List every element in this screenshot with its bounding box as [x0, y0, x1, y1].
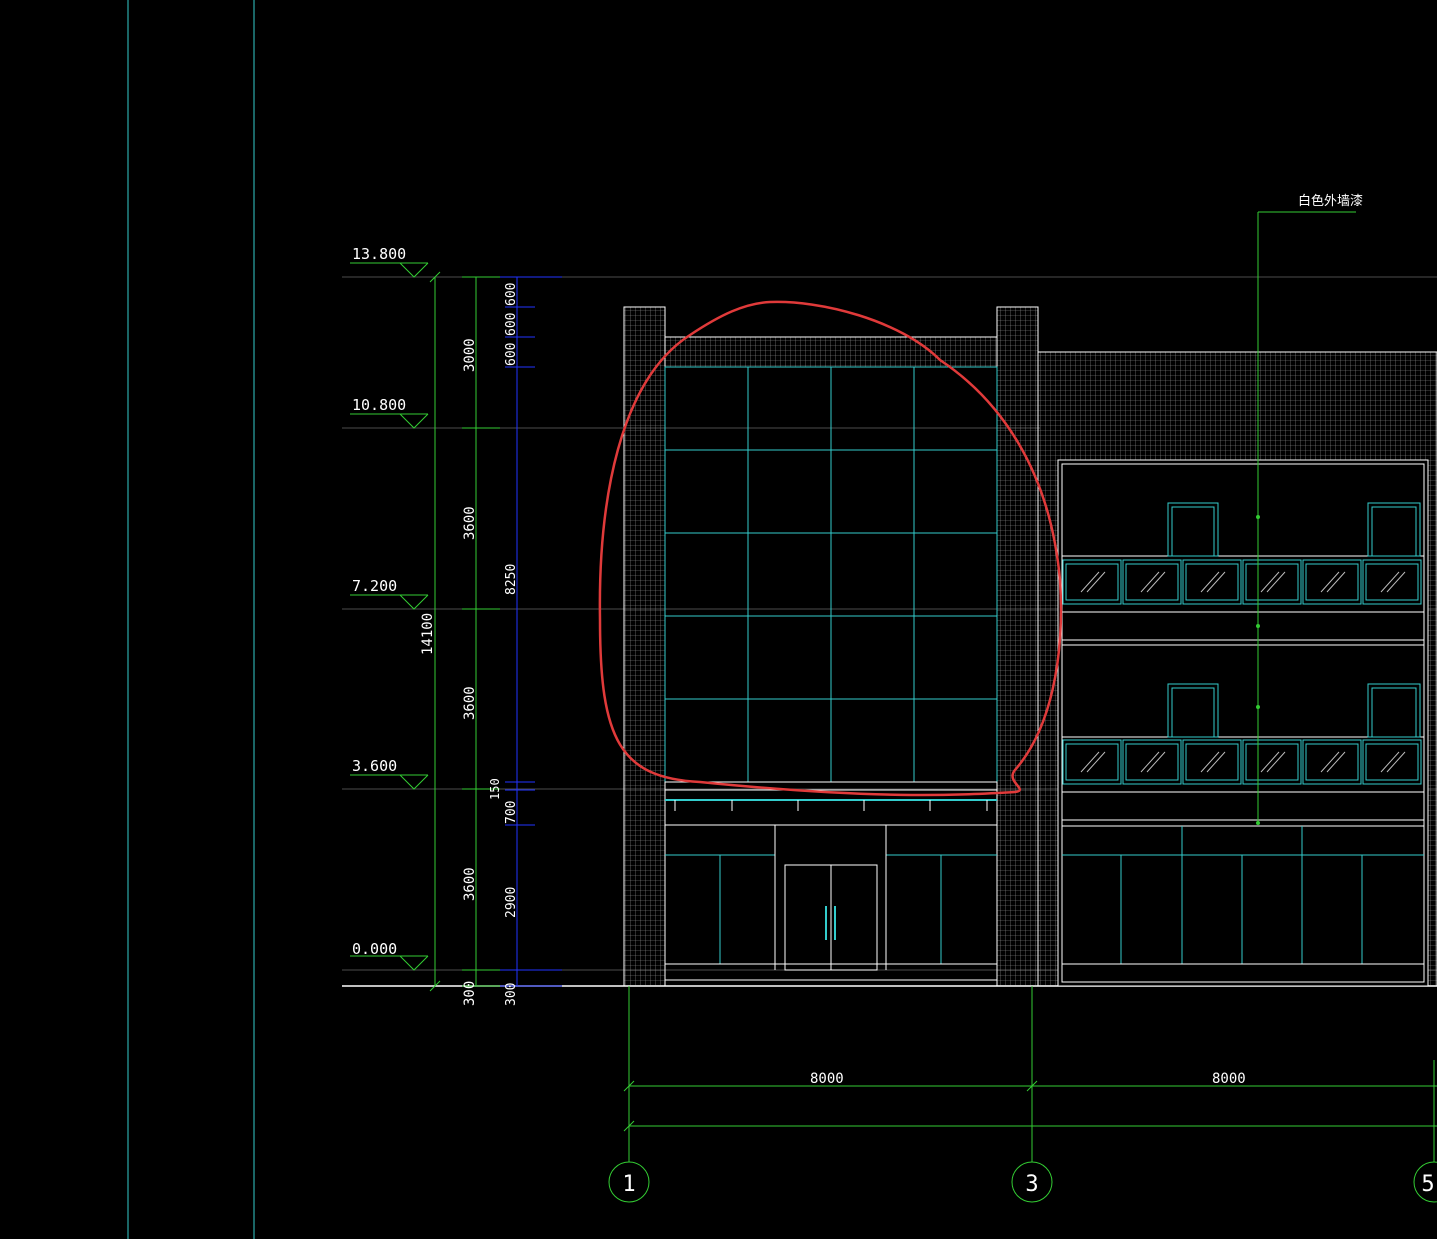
dimension-total-label: 14100: [420, 613, 436, 655]
level-label-0000: 0.000: [352, 940, 397, 958]
cad-drawing-canvas[interactable]: 13.800 10.800 7.200 3.600 0.000 14100 30…: [0, 0, 1437, 1239]
level-marker-0000: [350, 955, 429, 971]
dimension-detail-8250: 8250: [504, 564, 519, 595]
svg-text:1: 1: [622, 1172, 635, 1197]
dimension-detail-300: 300: [504, 983, 519, 1006]
grid-axis-5: 5: [1413, 1161, 1437, 1203]
dimension-floor-3600-c: 3600: [462, 867, 478, 901]
dimension-floor-300: 300: [462, 981, 478, 1006]
svg-text:3: 3: [1025, 1172, 1038, 1197]
dimension-detail-line: [500, 276, 562, 987]
dimension-span-1: 8000: [810, 1071, 844, 1087]
dimension-detail-700: 700: [504, 801, 519, 824]
level-label-3600: 3.600: [352, 757, 397, 775]
level-marker-13800: [350, 262, 429, 278]
tiled-column-left: [623, 306, 666, 987]
level-marker-10800: [350, 413, 429, 429]
dimension-span-2: 8000: [1212, 1071, 1246, 1087]
grid-axis-1: 1: [608, 1161, 650, 1203]
annotation-text: 白色外墙漆: [1298, 193, 1363, 209]
level-label-10800: 10.800: [352, 396, 406, 414]
dimension-detail-150: 150: [488, 778, 502, 800]
dimension-detail-600-a: 600: [504, 283, 519, 306]
markup-circle: [598, 300, 1063, 797]
dimension-floor-3600-b: 3600: [462, 686, 478, 720]
level-label-13800: 13.800: [352, 245, 406, 263]
level-label-7200: 7.200: [352, 577, 397, 595]
dimension-floor-3000: 3000: [462, 338, 478, 372]
level-marker-7200: [350, 594, 429, 610]
grid-axis-3: 3: [1011, 1161, 1053, 1203]
dimension-detail-600-b: 600: [504, 313, 519, 336]
parapet-band: [664, 336, 998, 368]
level-marker-3600: [350, 774, 429, 790]
horizontal-dimension: [623, 986, 1437, 1162]
dimension-detail-600-c: 600: [504, 343, 519, 366]
canopy-beam: [664, 781, 998, 826]
tiled-column-middle: [996, 306, 1039, 987]
dimension-detail-2900: 2900: [504, 887, 519, 918]
svg-text:5: 5: [1421, 1172, 1434, 1197]
curtain-wall: [664, 366, 998, 783]
entrance-door: [784, 864, 878, 971]
dimension-floor-3600-a: 3600: [462, 506, 478, 540]
